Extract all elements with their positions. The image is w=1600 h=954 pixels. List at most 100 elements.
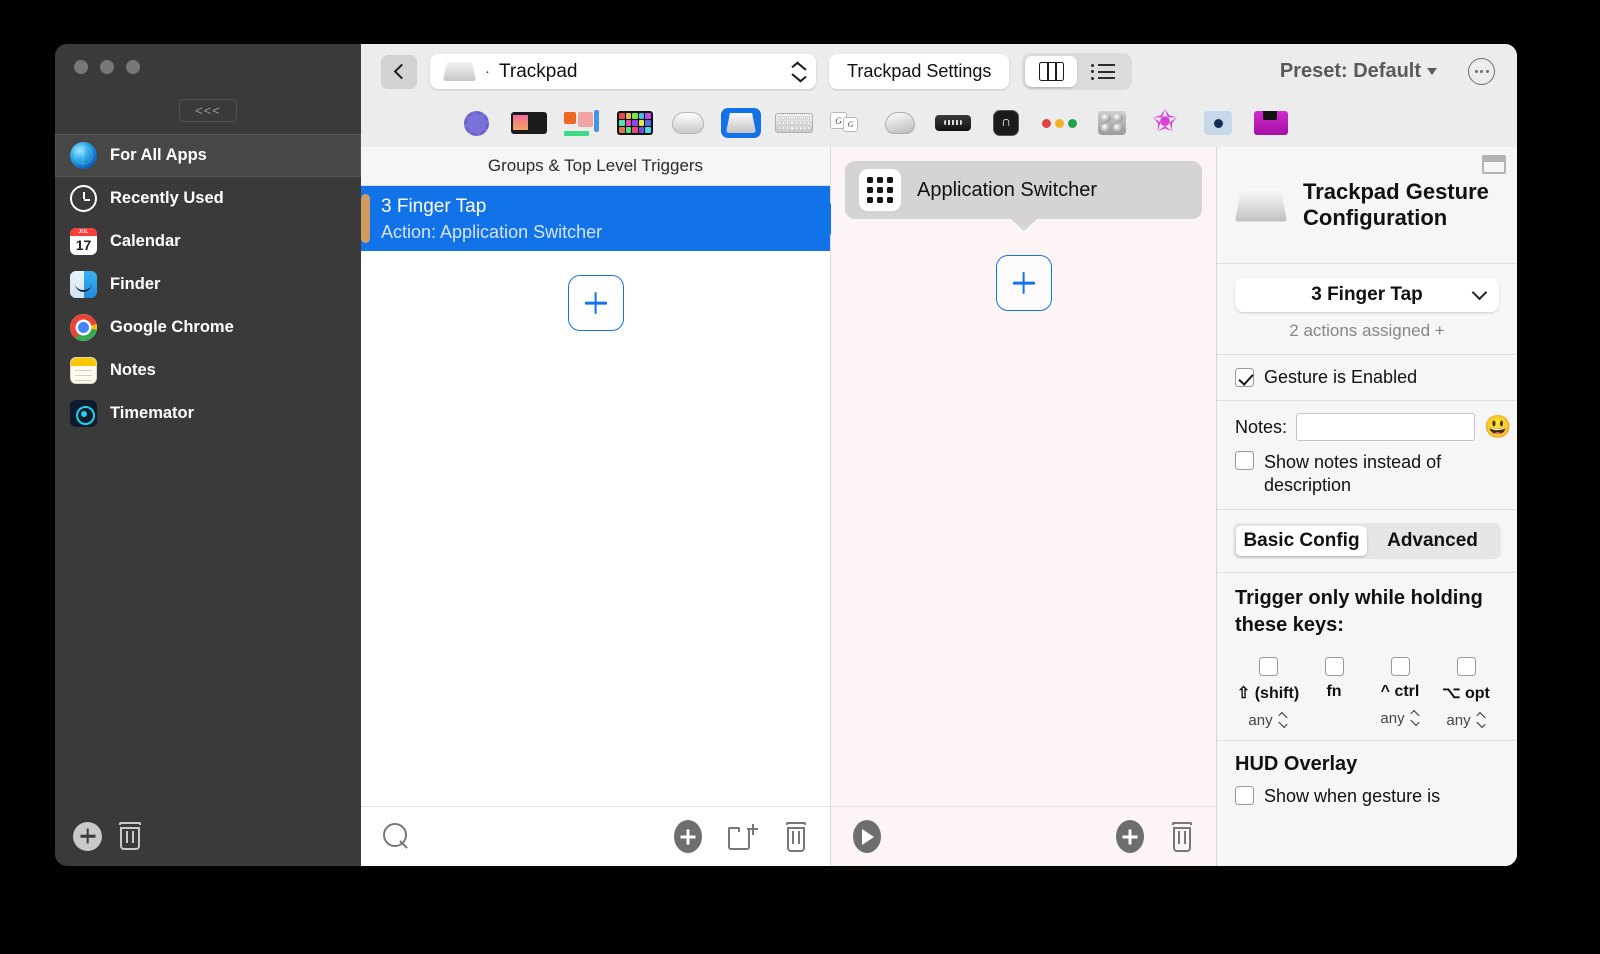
device-floppy-device[interactable]: [1251, 108, 1291, 138]
hud-show-checkbox[interactable]: [1235, 786, 1254, 805]
show-notes-label: Show notes instead of description: [1264, 452, 1442, 495]
modifier-keys: ⇧ (shift) any fn ^ ctrl any ⌥ opt any: [1235, 657, 1499, 730]
tab-advanced[interactable]: Advanced: [1367, 526, 1498, 556]
device-controller[interactable]: [1198, 108, 1238, 138]
opt-mode-value: any: [1446, 711, 1471, 729]
trigger-list: 3 Finger Tap Action: Application Switche…: [361, 186, 845, 806]
fn-label: fn: [1326, 683, 1342, 700]
shift-label: ⇧ (shift): [1236, 685, 1300, 702]
chrome-icon: [70, 314, 97, 341]
sidebar-item-label: For All Apps: [110, 146, 207, 164]
window-snapping-icon: [1041, 118, 1077, 128]
add-trigger-button[interactable]: [567, 275, 624, 331]
keyboard-icon: [775, 113, 813, 133]
sidebar-item-recently-used[interactable]: Recently Used: [55, 177, 361, 220]
new-group-button[interactable]: [728, 823, 758, 850]
device-midi-knobs[interactable]: [1092, 108, 1132, 138]
notes-input[interactable]: [1296, 413, 1476, 441]
key-sequence-icon: GG: [830, 111, 864, 135]
device-drawing-pad[interactable]: ∩: [986, 108, 1026, 138]
sidebar-item-label: Recently Used: [110, 189, 224, 207]
sidebar-item-timemator[interactable]: Timemator: [55, 392, 361, 435]
minimize-button[interactable]: [100, 60, 114, 74]
delete-app-button[interactable]: [118, 822, 142, 850]
screen: <<< For All Apps Recently Used JUL 17 Ca…: [0, 0, 1600, 954]
collapse-row: <<<: [55, 90, 361, 130]
emoji-picker-button[interactable]: 😃: [1484, 414, 1511, 440]
back-button[interactable]: [381, 54, 417, 89]
device-window-snapping[interactable]: [1039, 108, 1079, 138]
ctrl-mode-stepper[interactable]: any: [1380, 708, 1419, 728]
triggers-pane: Groups & Top Level Triggers 3 Finger Tap…: [361, 147, 845, 866]
sidebar-item-finder[interactable]: Finder: [55, 263, 361, 306]
trackpad-icon: [443, 62, 476, 81]
calendar-icon: JUL 17: [70, 228, 97, 255]
device-midi-grid[interactable]: [615, 108, 655, 138]
top-toolbar: · Trackpad Trackpad Settings Preset: Def…: [361, 44, 1517, 99]
device-keyboard[interactable]: [774, 108, 814, 138]
device-shortcuts[interactable]: [1145, 108, 1185, 138]
device-normal-mouse[interactable]: [880, 108, 920, 138]
ctrl-mode-value: any: [1380, 709, 1405, 727]
shift-checkbox[interactable]: [1258, 657, 1278, 676]
device-magic-mouse[interactable]: [668, 108, 708, 138]
collapse-sidebar-button[interactable]: <<<: [179, 98, 237, 122]
timemator-icon: [70, 400, 97, 427]
shift-mode-stepper[interactable]: any: [1248, 710, 1287, 730]
add-app-button[interactable]: [73, 821, 102, 851]
sidebar-item-google-chrome[interactable]: Google Chrome: [55, 306, 361, 349]
opt-mode-stepper[interactable]: any: [1446, 710, 1485, 730]
panes-container: Groups & Top Level Triggers 3 Finger Tap…: [361, 147, 1517, 866]
gesture-enabled-checkbox[interactable]: [1235, 368, 1254, 387]
tab-column-view[interactable]: [1025, 56, 1078, 87]
delete-trigger-button[interactable]: [784, 821, 808, 852]
sidebar-item-for-all-apps[interactable]: For All Apps: [55, 134, 361, 177]
window-controls: [55, 44, 361, 90]
zoom-button[interactable]: [126, 60, 140, 74]
clock-icon: [70, 185, 97, 212]
list-item[interactable]: Application Switcher: [845, 161, 1202, 231]
sidebar-item-calendar[interactable]: JUL 17 Calendar: [55, 220, 361, 263]
actions-pane: Application Switcher: [831, 147, 1217, 866]
trackpad-device-icon: [726, 113, 756, 133]
midi-knobs-icon: [1098, 111, 1126, 135]
calendar-month: JUL: [70, 228, 97, 236]
modifier-shift: ⇧ (shift) any: [1235, 657, 1301, 730]
gesture-select[interactable]: 3 Finger Tap: [1235, 278, 1499, 312]
device-select[interactable]: · Trackpad: [430, 54, 816, 89]
preset-label: Preset: Default: [1279, 60, 1421, 82]
run-action-button[interactable]: [853, 820, 881, 853]
search-triggers-button[interactable]: [383, 822, 411, 851]
add-action-button[interactable]: [995, 255, 1052, 311]
close-button[interactable]: [74, 60, 88, 74]
ctrl-checkbox[interactable]: [1390, 657, 1410, 676]
hud-show-label: Show when gesture is: [1264, 786, 1441, 806]
device-remote-control[interactable]: [933, 108, 973, 138]
sidebar-footer: [55, 806, 361, 866]
sidebar-item-label: Calendar: [110, 232, 181, 250]
modifiers-block: Trigger only while holding these keys: ⇧…: [1217, 573, 1517, 741]
more-options-button[interactable]: [1468, 58, 1495, 85]
actions-assigned-label[interactable]: 2 actions assigned +: [1217, 312, 1517, 355]
opt-checkbox[interactable]: [1456, 657, 1476, 676]
tab-basic-config[interactable]: Basic Config: [1236, 526, 1367, 556]
show-notes-checkbox[interactable]: [1235, 451, 1254, 470]
device-touch-bar[interactable]: [509, 108, 549, 138]
device-trackpad[interactable]: [721, 108, 761, 138]
sidebar-item-label: Notes: [110, 361, 156, 379]
device-key-sequences[interactable]: GG: [827, 108, 867, 138]
preset-dropdown[interactable]: Preset: Default: [1280, 60, 1437, 83]
fn-checkbox[interactable]: [1324, 657, 1344, 676]
tab-list-view[interactable]: [1077, 56, 1129, 87]
table-row[interactable]: 3 Finger Tap Action: Application Switche…: [361, 186, 845, 251]
modifier-opt: ⌥ opt any: [1433, 657, 1499, 730]
modifier-ctrl: ^ ctrl any: [1367, 657, 1433, 730]
add-action-footer-button[interactable]: [1116, 820, 1144, 853]
toggle-panel-button[interactable]: [1482, 155, 1506, 174]
device-generic-device[interactable]: [456, 108, 496, 138]
trackpad-settings-button[interactable]: Trackpad Settings: [829, 54, 1010, 89]
delete-action-button[interactable]: [1170, 821, 1194, 852]
add-trigger-footer-button[interactable]: [674, 820, 702, 853]
device-stream-deck[interactable]: [562, 108, 602, 138]
sidebar-item-notes[interactable]: Notes: [55, 349, 361, 392]
